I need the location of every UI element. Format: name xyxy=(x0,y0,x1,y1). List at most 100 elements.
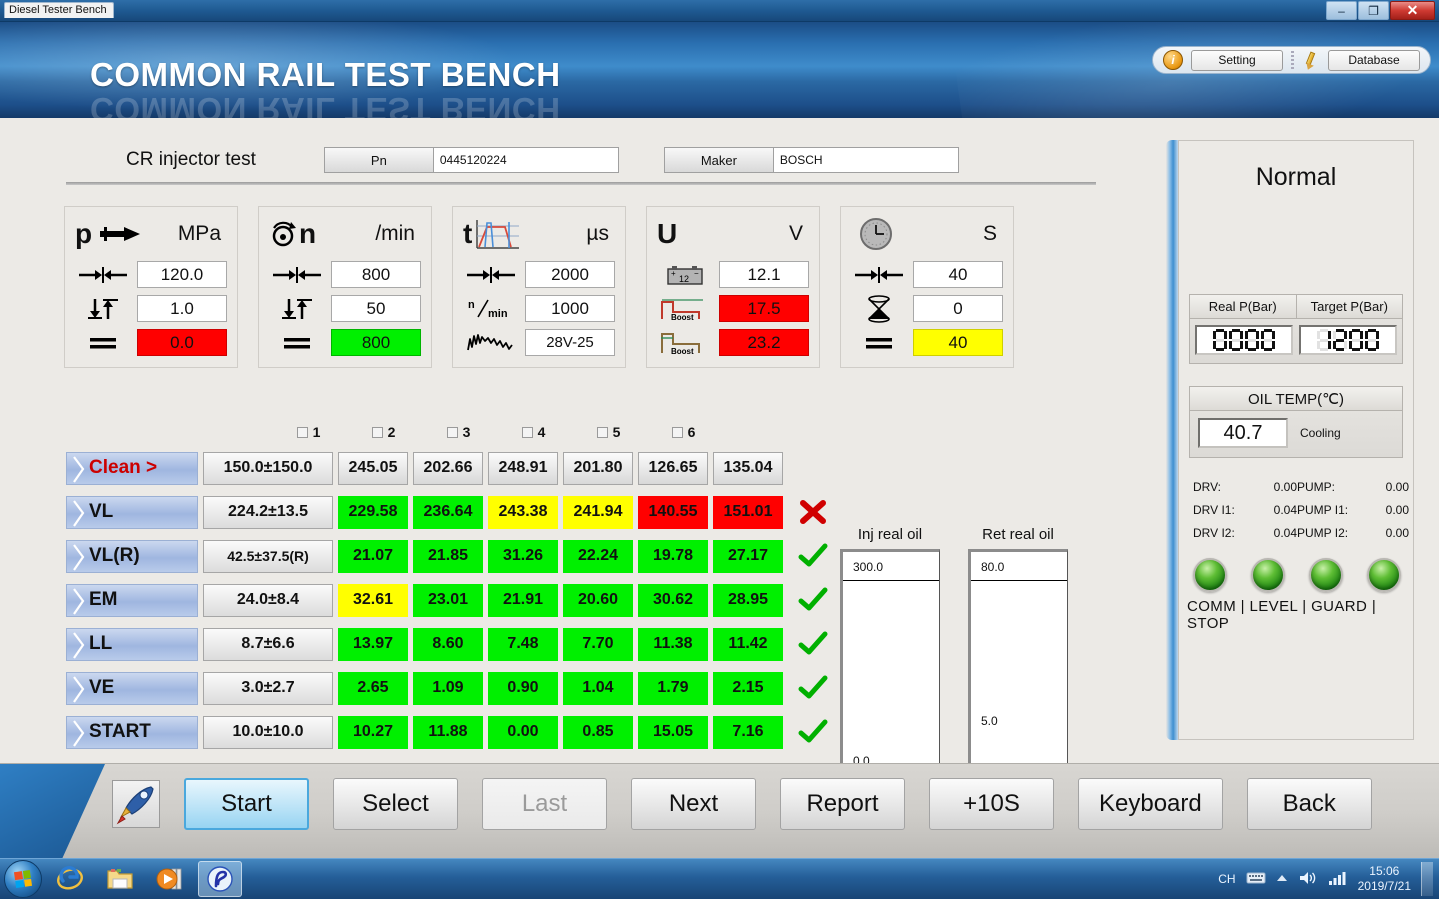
volume-icon[interactable] xyxy=(1298,870,1318,889)
app-banner: COMMON RAIL TEST BENCH COMMON RAIL TEST … xyxy=(0,22,1439,118)
back-button[interactable]: Back xyxy=(1246,778,1372,830)
pn-input[interactable]: 0445120224 xyxy=(433,147,619,173)
data-cell: 201.80 xyxy=(563,451,633,485)
seven-segment-digit xyxy=(1365,329,1379,351)
setpoint-icon xyxy=(75,262,131,288)
row-label-em[interactable]: EM xyxy=(66,583,198,617)
status-sidebar: Normal Real P(Bar) Target P(Bar) OIL TEM… xyxy=(1178,140,1414,740)
internet-explorer-icon[interactable] xyxy=(48,861,92,897)
column-header-3[interactable]: 3 xyxy=(421,424,496,440)
meas-value: 0.00 xyxy=(1385,503,1409,517)
panel-speed: n /min 800 50 800 xyxy=(258,206,432,368)
row-label-ve[interactable]: VE xyxy=(66,671,198,705)
row-label-text: LL xyxy=(89,633,113,654)
keyboard-button[interactable]: Keyboard xyxy=(1078,778,1223,830)
column-header-1[interactable]: 1 xyxy=(271,424,346,440)
pencil-icon[interactable] xyxy=(1302,50,1320,72)
setting-button[interactable]: Setting xyxy=(1191,49,1283,71)
column-checkbox-3[interactable] xyxy=(446,426,458,438)
row-label-vl[interactable]: VL xyxy=(66,495,198,529)
speed-setpoint-value[interactable]: 800 xyxy=(331,261,421,288)
ime-indicator[interactable]: CH xyxy=(1218,872,1235,886)
row-spec-cell[interactable]: 8.7±6.6 xyxy=(203,627,333,661)
pressure-setpoint-value[interactable]: 120.0 xyxy=(137,261,227,288)
report-button[interactable]: Report xyxy=(780,778,905,830)
column-checkbox-5[interactable] xyxy=(596,426,608,438)
minimize-button[interactable]: – xyxy=(1326,1,1357,20)
chevron-right-icon xyxy=(72,719,86,748)
column-checkbox-1[interactable] xyxy=(296,426,308,438)
gauge-ret-top-tick: 80.0 xyxy=(981,560,1005,574)
panel-time-head: t µs xyxy=(463,213,615,255)
maker-input[interactable]: BOSCH xyxy=(773,147,959,173)
maker-label[interactable]: Maker xyxy=(663,147,774,173)
time-setpoint-value[interactable]: 2000 xyxy=(525,261,615,288)
data-cell: 1.04 xyxy=(563,671,633,705)
row-label-vlr[interactable]: VL(R) xyxy=(66,539,198,573)
seconds-setpoint-value[interactable]: 40 xyxy=(913,261,1003,288)
row-spec-cell[interactable]: 3.0±2.7 xyxy=(203,671,333,705)
row-label-ll[interactable]: LL xyxy=(66,627,198,661)
maximize-button[interactable]: ❐ xyxy=(1358,1,1389,20)
row-label-text: VL(R) xyxy=(89,545,140,566)
oil-temp-body: 40.7 Cooling xyxy=(1190,411,1402,457)
pn-label[interactable]: Pn xyxy=(323,147,434,173)
speed-tolerance-value[interactable]: 50 xyxy=(331,295,421,322)
close-button[interactable]: ✕ xyxy=(1390,1,1435,20)
column-checkbox-4[interactable] xyxy=(521,426,533,438)
column-header-5[interactable]: 5 xyxy=(571,424,646,440)
database-button[interactable]: Database xyxy=(1328,49,1420,71)
table-body: Clean > 150.0±150.0 245.05 202.66 248.91 201.… xyxy=(66,446,838,754)
system-tray: CH 15:06 2019/7/21 xyxy=(1218,862,1439,896)
column-header-2[interactable]: 2 xyxy=(346,424,421,440)
oil-temp-panel: OIL TEMP(℃) 40.7 Cooling xyxy=(1189,386,1403,458)
seven-segment-digit xyxy=(1349,329,1363,351)
seconds-elapsed-value[interactable]: 0 xyxy=(913,295,1003,322)
start-button[interactable]: Start xyxy=(184,778,309,830)
keyboard-icon[interactable] xyxy=(1246,871,1266,888)
chevron-up-icon[interactable] xyxy=(1276,872,1288,886)
help-icon[interactable]: i xyxy=(1163,50,1183,70)
windows-start-icon[interactable] xyxy=(4,860,42,898)
file-explorer-icon[interactable] xyxy=(98,861,142,897)
panel-voltage-symbol: U xyxy=(657,218,678,249)
table-column-headers: 1 2 3 4 5 6 xyxy=(66,418,838,446)
row-label-text: EM xyxy=(89,589,118,610)
pressure-readout-heads: Real P(Bar) Target P(Bar) xyxy=(1190,295,1402,319)
real-pressure-label: Real P(Bar) xyxy=(1190,295,1297,319)
n-per-min-icon: n min xyxy=(463,296,519,322)
column-header-6[interactable]: 6 xyxy=(646,424,721,440)
seven-segment-digit xyxy=(1245,329,1259,351)
diesel-bench-app-icon[interactable] xyxy=(198,861,242,897)
speed-setpoint-row: 800 xyxy=(269,260,421,289)
battery-icon: + − 12 xyxy=(657,262,713,288)
row-label-start[interactable]: START xyxy=(66,715,198,749)
meas-value: 0.04 xyxy=(1273,503,1297,517)
row-spec-cell[interactable]: 150.0±150.0 xyxy=(203,451,333,485)
hourglass-icon xyxy=(851,294,907,323)
data-cell: 202.66 xyxy=(413,451,483,485)
network-bars-icon[interactable] xyxy=(1328,870,1348,889)
10s-button[interactable]: +10S xyxy=(929,778,1054,830)
time-signal-value[interactable]: 28V-25 xyxy=(525,329,615,356)
row-spec-cell[interactable]: 24.0±8.4 xyxy=(203,583,333,617)
pressure-tolerance-value[interactable]: 1.0 xyxy=(137,295,227,322)
window-controls: – ❐ ✕ xyxy=(1326,1,1435,20)
column-checkbox-2[interactable] xyxy=(371,426,383,438)
show-desktop-button[interactable] xyxy=(1421,862,1433,896)
voltage-battery-value[interactable]: 12.1 xyxy=(719,261,809,288)
select-button[interactable]: Select xyxy=(333,778,458,830)
column-checkbox-6[interactable] xyxy=(671,426,683,438)
time-permin-value[interactable]: 1000 xyxy=(525,295,615,322)
speed-actual-row: 800 xyxy=(269,328,421,357)
target-pressure-lcd[interactable] xyxy=(1299,325,1397,355)
table-row: VE 3.0±2.7 2.65 1.09 0.90 1.04 1.79 2.15 xyxy=(66,666,838,710)
next-button[interactable]: Next xyxy=(631,778,756,830)
row-spec-cell[interactable]: 224.2±13.5 xyxy=(203,495,333,529)
taskbar-clock[interactable]: 15:06 2019/7/21 xyxy=(1358,864,1411,894)
media-player-icon[interactable] xyxy=(148,861,192,897)
row-spec-cell[interactable]: 42.5±37.5(R) xyxy=(203,539,333,573)
column-header-4[interactable]: 4 xyxy=(496,424,571,440)
row-label-clean[interactable]: Clean > xyxy=(66,451,198,485)
row-spec-cell[interactable]: 10.0±10.0 xyxy=(203,715,333,749)
